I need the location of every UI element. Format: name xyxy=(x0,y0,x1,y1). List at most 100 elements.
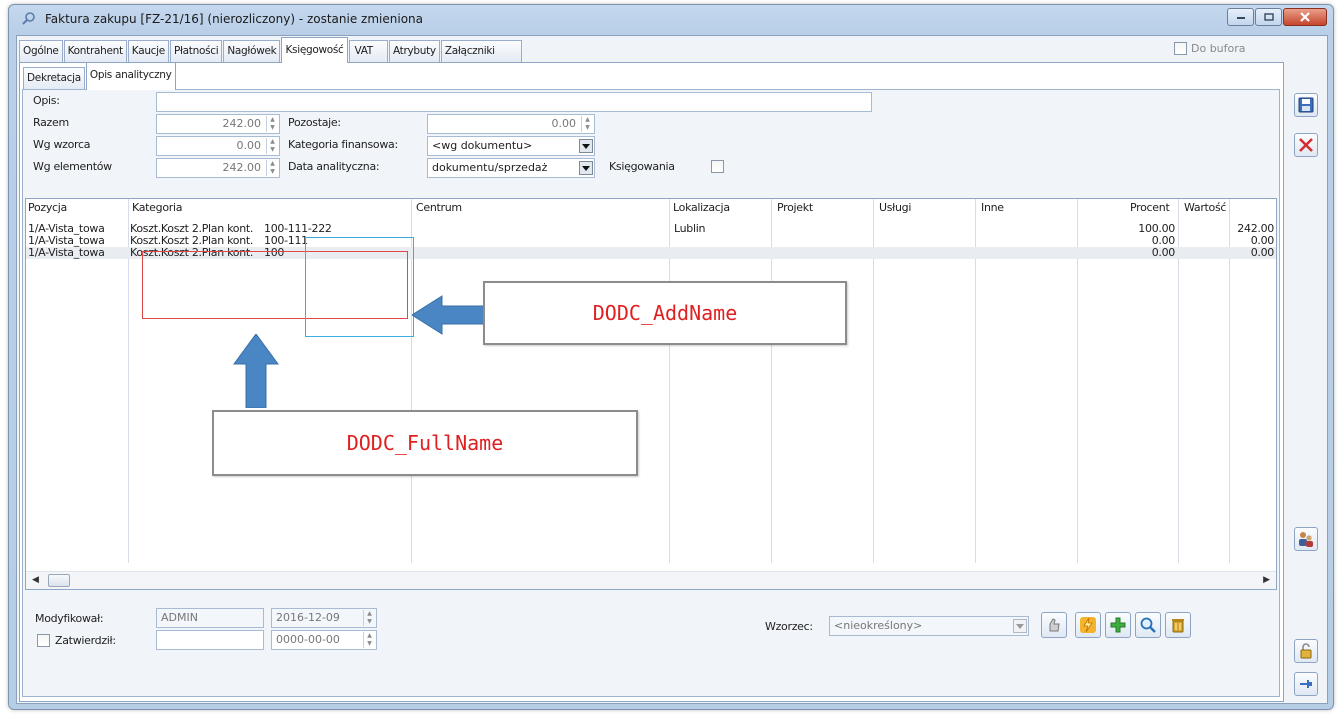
razem-label: Razem xyxy=(33,116,69,129)
pin-icon xyxy=(1300,680,1312,688)
tab-ogolne[interactable]: Ogólne xyxy=(19,40,63,62)
razem-value: 242.00 xyxy=(222,117,262,130)
magnifier-document-icon xyxy=(21,11,37,27)
maximize-button[interactable] xyxy=(1255,8,1282,26)
search-button[interactable] xyxy=(1135,612,1161,638)
tab-ksiegowosc[interactable]: Księgowość xyxy=(281,37,348,63)
scroll-left-icon[interactable]: ◀ xyxy=(32,575,39,585)
razem-spinner: ▲ ▼ xyxy=(266,116,278,132)
tab-vat[interactable]: VAT xyxy=(348,40,388,62)
lock-button[interactable] xyxy=(1294,639,1318,663)
col-header-projekt[interactable]: Projekt xyxy=(777,201,813,214)
col-header-pozycja[interactable]: Pozycja xyxy=(28,201,67,214)
tab-naglowek[interactable]: Nagłówek xyxy=(223,40,281,62)
horizontal-scrollbar[interactable]: ◀ ▶ xyxy=(26,571,1276,589)
tab-zalaczniki[interactable]: Załączniki xyxy=(440,40,522,62)
trash-icon xyxy=(1172,619,1184,633)
subtab-dekretacja[interactable]: Dekretacja xyxy=(23,67,85,89)
col-header-lokalizacja[interactable]: Lokalizacja xyxy=(673,201,730,214)
pozostaje-spinner: ▲ ▼ xyxy=(581,116,593,132)
ksiegowosc-panel: Dekretacja Opis analityczny Opis: Razem … xyxy=(19,62,1284,702)
users-button[interactable] xyxy=(1294,527,1318,551)
date-spinner: ▲ ▼ xyxy=(363,610,375,626)
modyfikowal-label: Modyfikował: xyxy=(35,612,104,625)
addname-annotation: DODC_AddName xyxy=(483,281,847,345)
chevron-down-icon[interactable] xyxy=(1013,619,1027,633)
tab-platnosci[interactable]: Płatności xyxy=(169,40,223,62)
plus-icon xyxy=(1110,617,1126,633)
delete-button[interactable] xyxy=(1165,612,1191,638)
lightning-button[interactable] xyxy=(1075,612,1101,638)
close-button[interactable] xyxy=(1283,8,1327,26)
thumb-up-button[interactable] xyxy=(1041,612,1067,638)
wg-wzorca-spinner: ▲ ▼ xyxy=(266,138,278,154)
fullname-annotation: DODC_FullName xyxy=(212,410,638,476)
do-bufora-checkbox[interactable]: Do bufora xyxy=(1174,42,1246,55)
modyfikowal-user: ADMIN xyxy=(156,608,264,628)
zatwierdzil-user xyxy=(156,630,264,650)
tab-atrybuty[interactable]: Atrybuty xyxy=(388,40,440,62)
addname-highlight xyxy=(305,237,414,337)
opis-analityczny-panel: Opis: Razem 242.00 ▲ ▼ Pozostaje: 0.00 ▲ ▼… xyxy=(22,89,1280,697)
kategoria-finansowa-select[interactable]: <wg dokumentu> xyxy=(427,136,595,156)
zatwierdzil-checkbox[interactable] xyxy=(37,634,50,647)
close-icon xyxy=(1299,138,1313,152)
data-analityczna-value: dokumentu/sprzedaż xyxy=(432,161,548,174)
col-header-inne[interactable]: Inne xyxy=(981,201,1004,214)
grid-header: Pozycja Kategoria Centrum Lokalizacja Pr… xyxy=(26,199,1276,215)
ksiegowania-checkbox[interactable] xyxy=(711,160,724,173)
wg-elementow-field: 242.00 ▲ ▼ xyxy=(156,158,280,178)
app-window: Faktura zakupu [FZ-21/16] (nierozliczony… xyxy=(8,4,1334,710)
wg-elementow-spinner: ▲ ▼ xyxy=(266,160,278,176)
data-analityczna-label: Data analityczna: xyxy=(288,160,380,173)
subtab-opis-analityczny[interactable]: Opis analityczny xyxy=(85,62,176,90)
zatwierdzil-label: Zatwierdził: xyxy=(55,634,116,647)
search-icon xyxy=(1140,617,1156,633)
thumb-icon xyxy=(1049,618,1060,632)
padlock-icon xyxy=(1300,643,1312,659)
table-row[interactable]: 1/A-Vista_towa Koszt.Koszt 2.Plan kont. … xyxy=(26,223,1276,235)
col-header-kategoria[interactable]: Kategoria xyxy=(132,201,182,214)
checkbox-box[interactable] xyxy=(1174,42,1187,55)
wg-elementow-value: 242.00 xyxy=(222,161,262,174)
cancel-button[interactable] xyxy=(1294,133,1318,157)
chevron-down-icon[interactable] xyxy=(579,161,593,175)
lightning-icon xyxy=(1080,617,1096,633)
wzorzec-select[interactable]: <nieokreślony> xyxy=(829,616,1029,636)
tab-kontrahent[interactable]: Kontrahent xyxy=(63,40,127,62)
client-area: Ogólne Kontrahent Kaucje Płatności Nagłó… xyxy=(16,35,1328,704)
wg-wzorca-field: 0.00 ▲ ▼ xyxy=(156,136,280,156)
floppy-disk-icon xyxy=(1298,97,1314,113)
col-header-centrum[interactable]: Centrum xyxy=(416,201,462,214)
col-header-wartosc[interactable]: Wartość xyxy=(1184,201,1226,214)
wzorzec-label: Wzorzec: xyxy=(765,620,813,633)
opis-input[interactable] xyxy=(156,92,872,112)
save-button[interactable] xyxy=(1294,93,1318,117)
modyfikowal-date: 2016-12-09 ▲ ▼ xyxy=(271,608,377,628)
col-header-procent[interactable]: Procent xyxy=(1130,201,1170,214)
kategoria-finansowa-value: <wg dokumentu> xyxy=(432,139,533,152)
scroll-thumb[interactable] xyxy=(48,574,70,587)
arrow-up-icon xyxy=(233,334,279,408)
wg-elementow-label: Wg elementów xyxy=(33,160,112,173)
table-row[interactable]: 1/A-Vista_towa Koszt.Koszt 2.Plan kont. … xyxy=(26,235,1276,247)
tab-kaucje[interactable]: Kaucje xyxy=(127,40,169,62)
data-analityczna-select[interactable]: dokumentu/sprzedaż xyxy=(427,158,595,178)
kategoria-finansowa-label: Kategoria finansowa: xyxy=(288,138,398,151)
col-header-uslugi[interactable]: Usługi xyxy=(879,201,911,214)
minimize-button[interactable] xyxy=(1227,8,1254,26)
scroll-right-icon[interactable]: ▶ xyxy=(1263,575,1270,585)
do-bufora-label: Do bufora xyxy=(1191,42,1246,55)
wg-wzorca-value: 0.00 xyxy=(236,139,262,152)
main-tabs: Ogólne Kontrahent Kaucje Płatności Nagłó… xyxy=(19,37,523,63)
arrow-left-icon xyxy=(412,295,484,335)
sub-tabs: Dekretacja Opis analityczny xyxy=(23,62,177,90)
razem-field: 242.00 ▲ ▼ xyxy=(156,114,280,134)
date-spinner: ▲ ▼ xyxy=(363,632,375,648)
chevron-down-icon[interactable] xyxy=(579,139,593,153)
pozostaje-label: Pozostaje: xyxy=(288,116,341,129)
ksiegowania-label: Księgowania xyxy=(609,160,675,173)
add-button[interactable] xyxy=(1105,612,1131,638)
pin-button[interactable] xyxy=(1294,672,1318,696)
title-bar: Faktura zakupu [FZ-21/16] (nierozliczony… xyxy=(9,5,1333,35)
